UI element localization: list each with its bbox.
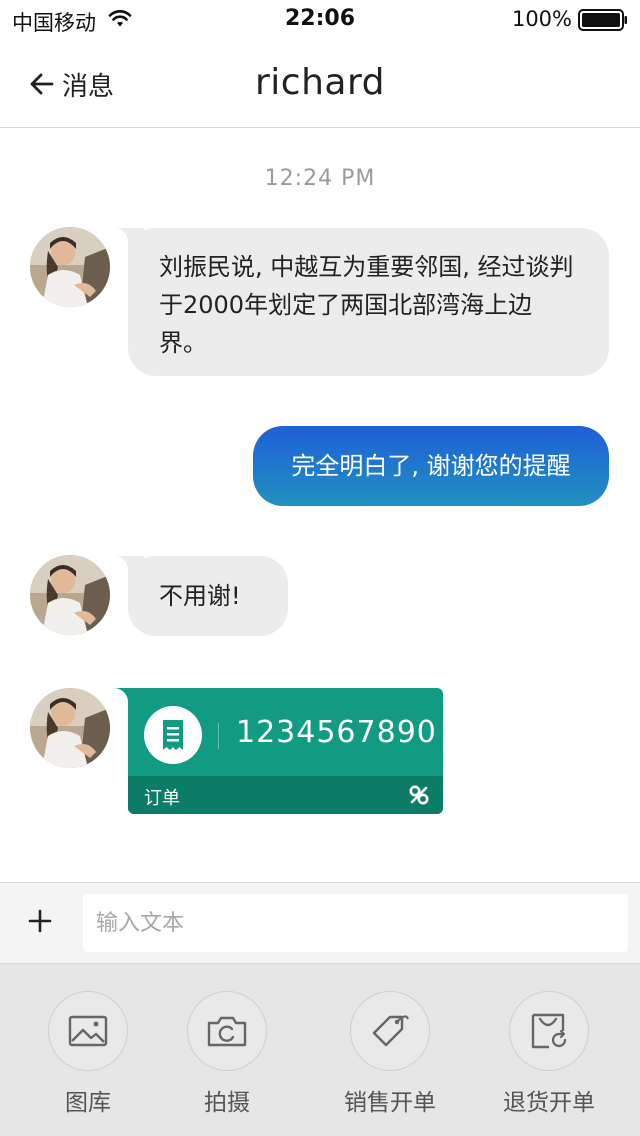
status-bar: 中国移动 22:06 100%	[0, 0, 640, 40]
message-input[interactable]	[83, 894, 628, 952]
avatar-image	[30, 555, 110, 635]
image-icon	[48, 991, 128, 1071]
battery-percentage: 100%	[511, 7, 572, 31]
page-title: richard	[255, 62, 385, 103]
plus-icon[interactable]	[24, 905, 56, 937]
gallery-label: 图库	[65, 1090, 111, 1116]
avatar-image	[30, 227, 110, 307]
sales-order-button[interactable]: 销售开单	[320, 991, 460, 1117]
brand-logo-icon	[409, 785, 429, 805]
return-bag-icon	[509, 991, 589, 1071]
chat-area[interactable]: 12:24 PM 刘振民说, 中越互为重要邻国, 经过谈判于2000年划定了两国…	[0, 129, 640, 882]
message-text: 完全明白了, 谢谢您的提醒	[291, 452, 571, 480]
battery-icon	[578, 9, 627, 31]
avatar[interactable]	[30, 688, 110, 768]
gallery-button[interactable]: 图库	[18, 991, 158, 1117]
input-bar	[0, 882, 640, 964]
return-order-button[interactable]: 退货开单	[479, 991, 619, 1117]
message-text: 刘振民说, 中越互为重要邻国, 经过谈判于2000年划定了两国北部湾海上边界。	[159, 253, 574, 357]
order-card-divider	[218, 723, 219, 749]
order-number: 1234567890	[236, 715, 437, 750]
avatar[interactable]	[30, 227, 110, 307]
message-bubble-incoming[interactable]: 刘振民说, 中越互为重要邻国, 经过谈判于2000年划定了两国北部湾海上边界。	[114, 228, 609, 376]
tag-icon	[350, 991, 430, 1071]
message-text: 不用谢!	[159, 582, 241, 610]
message-bubble-outgoing[interactable]: 完全明白了, 谢谢您的提醒	[253, 426, 609, 506]
chat-timestamp: 12:24 PM	[264, 166, 376, 191]
return-order-label: 退货开单	[503, 1090, 595, 1116]
nav-bar: 消息 richard	[0, 40, 640, 128]
camera-label: 拍摄	[204, 1090, 250, 1116]
order-card-label: 订单	[144, 788, 180, 809]
avatar[interactable]	[30, 555, 110, 635]
order-card-header: 1234567890	[128, 688, 443, 776]
action-panel: 图库 拍摄 销售开单 退货开单	[0, 964, 640, 1136]
order-card-footer: 订单	[128, 776, 443, 814]
avatar-image	[30, 688, 110, 768]
message-bubble-incoming[interactable]: 不用谢!	[114, 556, 288, 636]
receipt-icon	[144, 706, 202, 764]
sales-order-label: 销售开单	[344, 1090, 436, 1116]
camera-icon	[187, 991, 267, 1071]
camera-button[interactable]: 拍摄	[157, 991, 297, 1117]
order-card[interactable]: 1234567890 订单	[128, 688, 443, 814]
